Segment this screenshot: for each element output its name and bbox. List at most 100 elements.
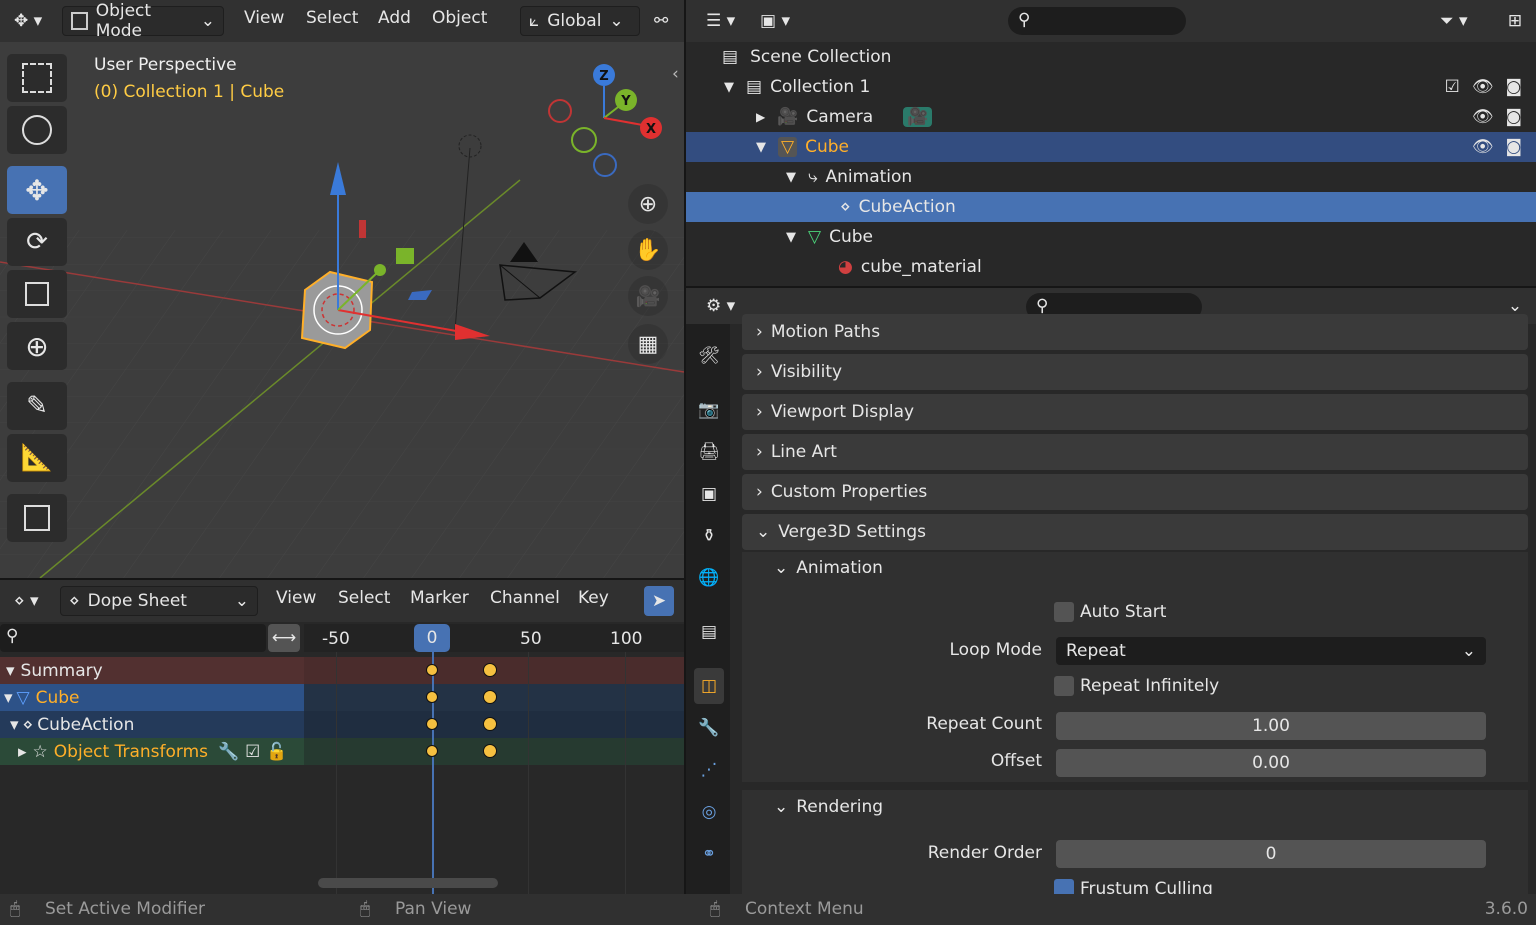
expand-triangle-icon[interactable]: ▼ — [786, 230, 796, 245]
new-collection-button[interactable]: ⊞ — [1500, 6, 1530, 36]
view-layer-tab[interactable]: ▣ — [694, 476, 724, 512]
editor-type-button[interactable]: ⚙ ▾ — [698, 291, 746, 321]
frustum-culling-checkbox[interactable]: Frustum Culling — [1054, 878, 1213, 894]
object-tab[interactable]: ◫ — [694, 668, 724, 704]
editor-type-button[interactable]: ☰ ▾ — [698, 6, 746, 36]
ds-menu-key[interactable]: Key — [578, 588, 609, 608]
lock-icon[interactable]: 🔓 — [266, 742, 287, 762]
keyframe[interactable] — [483, 663, 497, 677]
add-cube-tool[interactable] — [7, 494, 67, 542]
output-tab[interactable]: 🖨 — [694, 434, 724, 470]
panel-custom-properties[interactable]: › Custom Properties — [742, 474, 1528, 510]
eye-icon[interactable]: 👁 — [1472, 107, 1494, 127]
render-order-field[interactable]: 0 — [1056, 840, 1486, 868]
keyframe[interactable] — [426, 691, 438, 703]
offset-field[interactable]: 0.00 — [1056, 749, 1486, 777]
annotate-tool[interactable]: ✎ — [7, 382, 67, 430]
expand-triangle-icon[interactable]: ▼ — [724, 80, 734, 95]
only-selected-toggle[interactable]: ➤ — [644, 586, 674, 616]
keyframe[interactable] — [426, 664, 438, 676]
menu-view[interactable]: View — [244, 8, 284, 28]
editor-type-button[interactable]: ⋄ ▾ — [6, 586, 52, 616]
outliner-row-cube[interactable]: ▼ ▽ Cube 👁 ◙ — [686, 132, 1536, 162]
keyframe[interactable] — [483, 717, 497, 731]
outliner-row-cube-material[interactable]: ◕ cube_material — [686, 252, 1536, 282]
dope-sheet-editor[interactable]: ⋄ ▾ ⋄ Dope Sheet ⌄ View Select Marker Ch… — [0, 580, 684, 894]
channel-cube[interactable]: ▾ ▽ Cube — [0, 684, 684, 711]
ds-menu-channel[interactable]: Channel — [490, 588, 560, 608]
outliner-editor[interactable]: ☰ ▾ ▣ ▾ ⚲ ⏷ ▾ ⊞ ▤ Scene Collection ▼ ▤ C… — [686, 0, 1536, 286]
outliner-row-scene-collection[interactable]: ▤ Scene Collection — [686, 42, 1536, 72]
panel-viewport-display[interactable]: › Viewport Display — [742, 394, 1528, 430]
cursor-tool[interactable] — [7, 106, 67, 154]
scene-tab[interactable]: ⚱ — [694, 518, 724, 554]
transform-orientation-dropdown[interactable]: ⟀ Global ⌄ — [520, 6, 640, 36]
expand-triangle-icon[interactable]: ▶ — [756, 110, 765, 124]
expand-triangle-icon[interactable]: ▼ — [786, 170, 796, 185]
ds-menu-marker[interactable]: Marker — [410, 588, 469, 608]
scale-tool[interactable] — [7, 270, 67, 318]
outliner-row-cube-mesh[interactable]: ▼ ▽ Cube — [686, 222, 1536, 252]
keyframe[interactable] — [483, 744, 497, 758]
zoom-button[interactable]: ⊕ — [628, 184, 668, 224]
channel-search-input[interactable]: ⚲ — [0, 624, 266, 652]
modifier-tab[interactable]: 🔧 — [694, 710, 724, 746]
keyframe[interactable] — [483, 690, 497, 704]
camera-render-icon[interactable]: ◙ — [1506, 137, 1523, 157]
snap-toggle-button[interactable]: ⚯ — [646, 6, 684, 36]
loop-mode-select[interactable]: Repeat ⌄ — [1056, 637, 1486, 665]
channel-object-transforms[interactable]: ▸ ☆ Object Transforms 🔧 ☑ 🔓 — [0, 738, 684, 765]
subpanel-rendering[interactable]: ⌄ Rendering — [774, 797, 883, 817]
checkbox-icon[interactable]: ☑ — [245, 742, 260, 762]
world-tab[interactable]: 🌐 — [694, 560, 724, 596]
panel-visibility[interactable]: › Visibility — [742, 354, 1528, 390]
menu-add[interactable]: Add — [378, 8, 411, 28]
channel-width-toggle[interactable]: ⟷ — [268, 624, 300, 652]
filter-button[interactable]: ⏷ ▾ — [1432, 6, 1480, 36]
rotate-tool[interactable]: ⟳ — [7, 218, 67, 266]
channel-summary[interactable]: ▾ Summary — [0, 657, 684, 684]
panel-verge3d-settings[interactable]: ⌄ Verge3D Settings — [742, 514, 1528, 550]
repeat-infinitely-checkbox[interactable]: Repeat Infinitely — [1054, 676, 1219, 696]
camera-render-icon[interactable]: ◙ — [1506, 77, 1523, 97]
particles-tab[interactable]: ⋰ — [694, 752, 724, 788]
panel-motion-paths[interactable]: › Motion Paths — [742, 314, 1528, 350]
camera-view-button[interactable]: 🎥 — [628, 276, 668, 316]
outliner-row-collection-1[interactable]: ▼ ▤ Collection 1 ☑ 👁 ◙ — [686, 72, 1536, 102]
tool-tab[interactable]: 🛠 — [694, 338, 724, 374]
move-tool[interactable]: ✥ — [7, 166, 67, 214]
eye-icon[interactable]: 👁 — [1472, 77, 1494, 97]
object-mode-dropdown[interactable]: Object Mode ⌄ — [62, 1, 224, 41]
channel-cubeaction[interactable]: ▾ ⋄ CubeAction — [0, 711, 684, 738]
auto-start-checkbox[interactable]: Auto Start — [1054, 602, 1166, 622]
dopesheet-mode-dropdown[interactable]: ⋄ Dope Sheet ⌄ — [60, 586, 258, 616]
menu-object[interactable]: Object — [432, 8, 487, 28]
expand-triangle-icon[interactable]: ▼ — [756, 140, 766, 155]
perspective-toggle-button[interactable]: ▦ — [628, 324, 668, 364]
current-frame-indicator[interactable]: 0 — [414, 624, 450, 652]
horizontal-scrollbar[interactable] — [318, 878, 498, 888]
outliner-row-cubeaction[interactable]: ⋄ CubeAction — [686, 192, 1536, 222]
camera-render-icon[interactable]: ◙ — [1506, 107, 1523, 127]
pan-button[interactable]: ✋ — [628, 230, 668, 270]
editor-type-button[interactable]: ✥ ▾ — [6, 6, 54, 36]
measure-tool[interactable]: 📐 — [7, 434, 67, 482]
exclude-checkbox-icon[interactable]: ☑ — [1445, 77, 1460, 97]
panel-line-art[interactable]: › Line Art — [742, 434, 1528, 470]
camera-data-icon[interactable]: 🎥 — [903, 107, 933, 127]
display-mode-button[interactable]: ▣ ▾ — [752, 6, 800, 36]
repeat-count-field[interactable]: 1.00 — [1056, 712, 1486, 740]
outliner-row-animation[interactable]: ▼ ⤷ Animation — [686, 162, 1536, 192]
keyframe[interactable] — [426, 718, 438, 730]
select-box-tool[interactable] — [7, 54, 67, 102]
constraints-tab[interactable]: ⚭ — [694, 836, 724, 872]
3d-viewport[interactable]: Z Y X ✥ ▾ Object Mode ⌄ View Select Add … — [0, 0, 684, 578]
wrench-icon[interactable]: 🔧 — [218, 742, 239, 762]
transform-tool[interactable]: ⊕ — [7, 322, 67, 370]
subpanel-animation[interactable]: ⌄ Animation — [774, 558, 883, 578]
menu-select[interactable]: Select — [306, 8, 358, 28]
collection-tab[interactable]: ▤ — [694, 614, 724, 650]
render-tab[interactable]: 📷 — [694, 392, 724, 428]
sidebar-toggle[interactable]: ‹ — [672, 64, 679, 84]
ds-menu-view[interactable]: View — [276, 588, 316, 608]
